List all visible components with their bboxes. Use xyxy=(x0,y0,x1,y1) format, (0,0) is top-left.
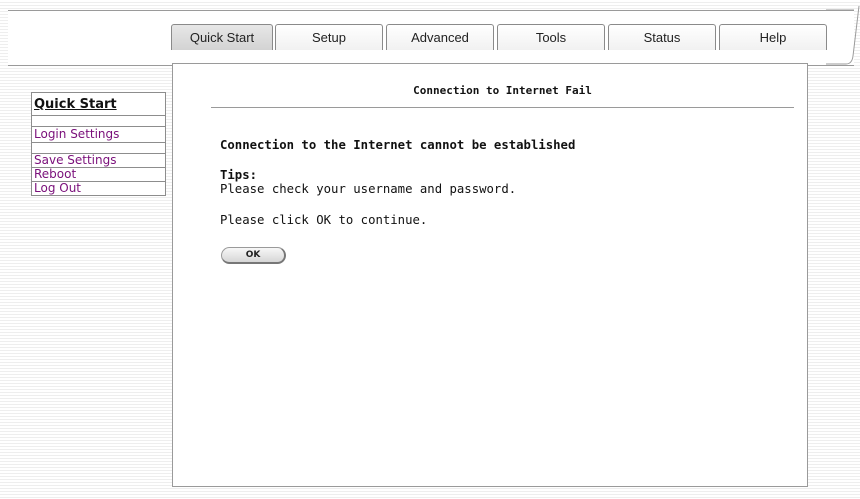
tips-label: Tips: xyxy=(220,168,258,182)
sidebar: Quick Start Login Settings Save Settings… xyxy=(31,92,166,196)
tab-quick-start[interactable]: Quick Start xyxy=(171,24,273,50)
title-divider xyxy=(211,107,794,108)
sidebar-item-log-out[interactable]: Log Out xyxy=(31,182,166,196)
continue-text: Please click OK to continue. xyxy=(220,213,428,227)
tab-status[interactable]: Status xyxy=(608,24,716,50)
tab-tools[interactable]: Tools xyxy=(497,24,605,50)
sidebar-item-save-settings[interactable]: Save Settings xyxy=(31,154,166,168)
sidebar-heading: Quick Start xyxy=(31,92,166,116)
tips-text: Please check your username and password. xyxy=(220,182,517,196)
top-nav-tabs: Quick Start Setup Advanced Tools Status … xyxy=(171,24,830,50)
main-panel: Connection to Internet Fail Connection t… xyxy=(172,63,808,487)
sidebar-item-reboot[interactable]: Reboot xyxy=(31,168,166,182)
sidebar-spacer xyxy=(31,116,166,127)
tab-advanced[interactable]: Advanced xyxy=(386,24,494,50)
error-heading: Connection to the Internet cannot be est… xyxy=(220,138,576,152)
tab-help[interactable]: Help xyxy=(719,24,827,50)
tab-setup[interactable]: Setup xyxy=(275,24,383,50)
ok-button[interactable]: OK xyxy=(221,247,286,264)
banner-curve-decoration xyxy=(826,5,860,65)
page-title: Connection to Internet Fail xyxy=(413,84,592,97)
sidebar-item-login-settings[interactable]: Login Settings xyxy=(31,127,166,143)
